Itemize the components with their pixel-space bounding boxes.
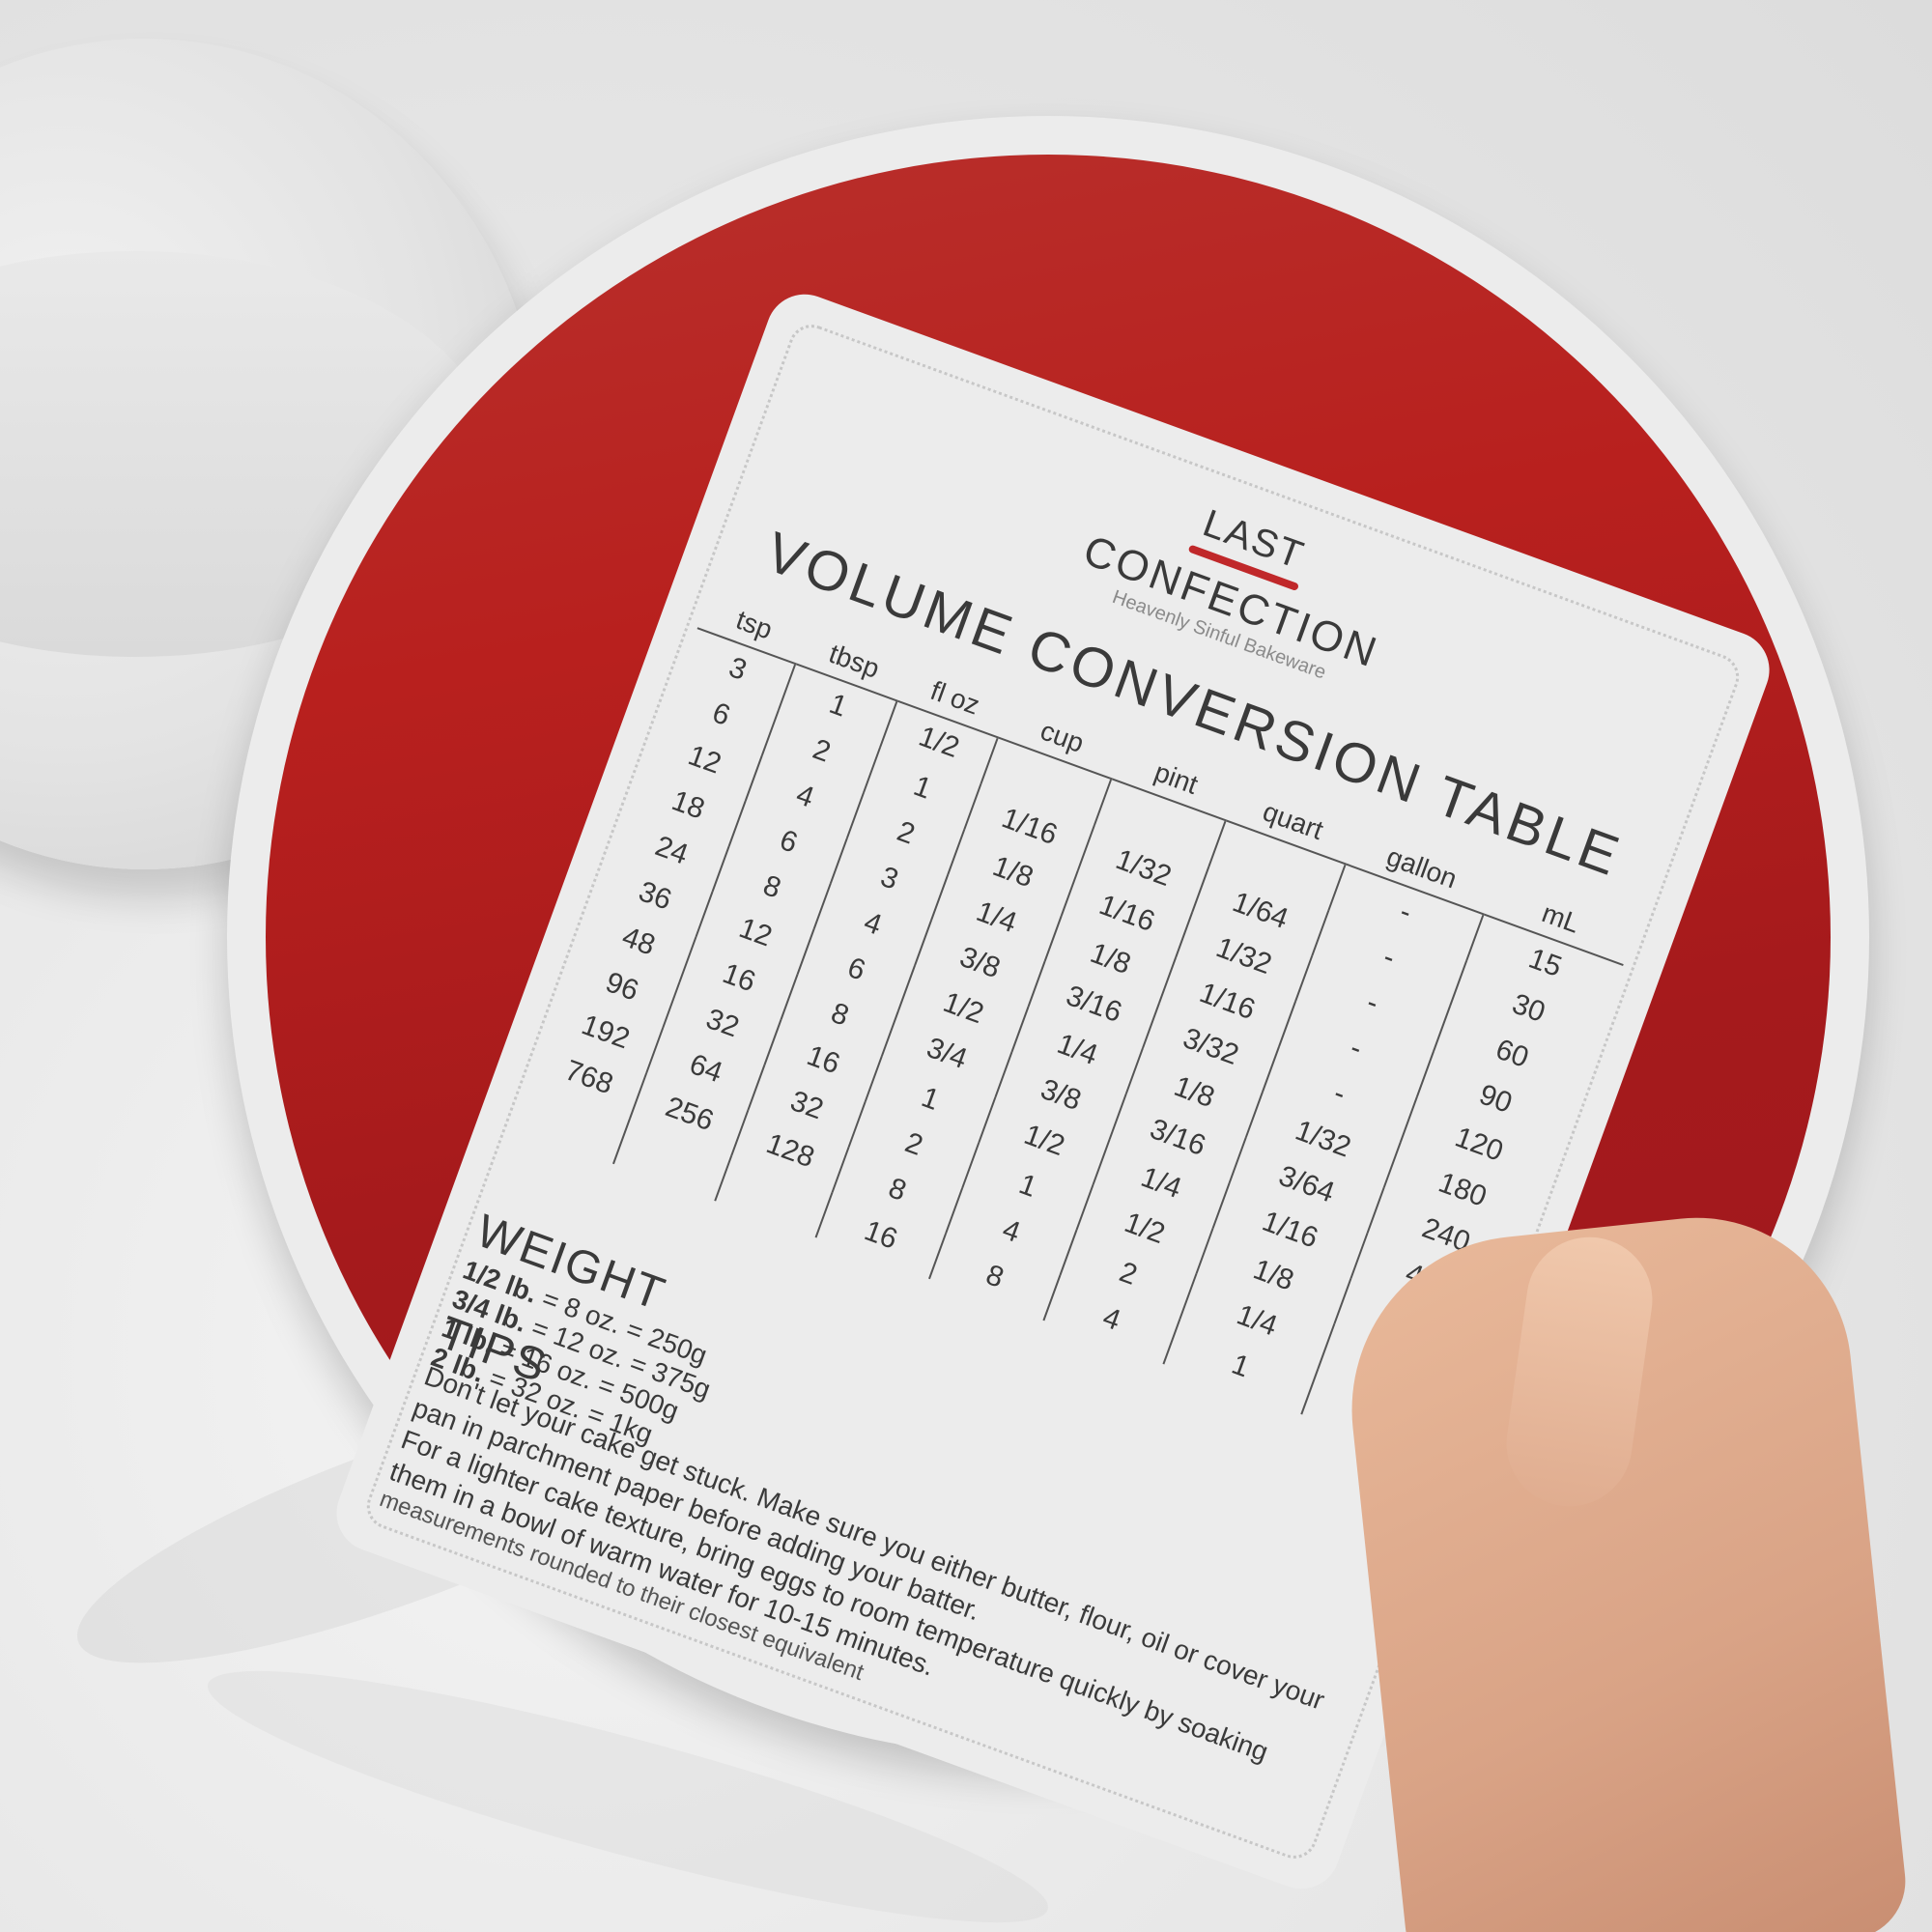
photo-scene: LAST CONFECTION Heavenly Sinful Bakeware… <box>0 0 1932 1932</box>
